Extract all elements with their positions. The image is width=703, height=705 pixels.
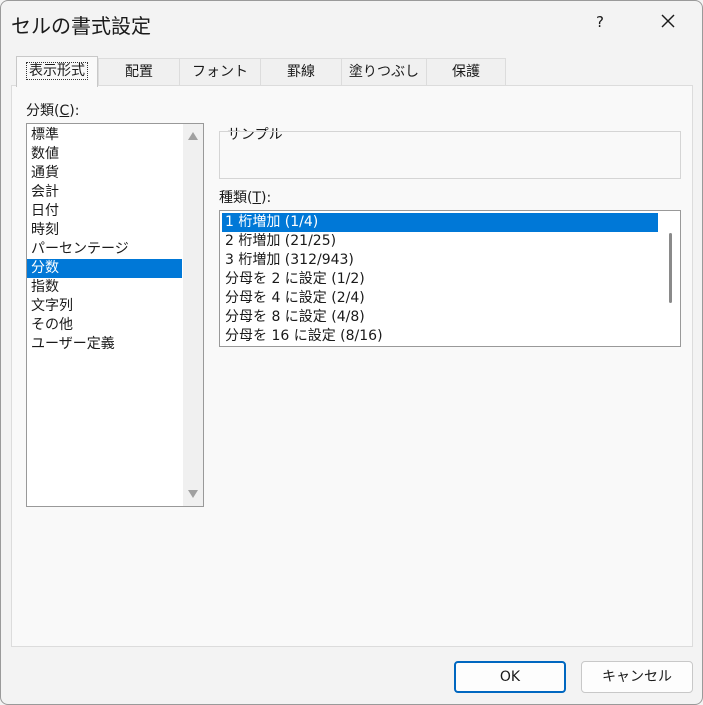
tab-font[interactable]: フォント — [179, 58, 261, 86]
type-item[interactable]: 分母を 8 に設定 (4/8) — [222, 308, 658, 327]
type-scrollbar[interactable] — [660, 211, 680, 346]
category-item-number[interactable]: 数値 — [27, 145, 182, 164]
scroll-up-icon[interactable] — [188, 132, 198, 140]
sample-preview — [219, 131, 681, 179]
close-button[interactable] — [656, 9, 680, 33]
category-item-fraction[interactable]: 分数 — [27, 259, 182, 278]
category-item-date[interactable]: 日付 — [27, 202, 182, 221]
tab-fill[interactable]: 塗りつぶし — [341, 58, 427, 86]
type-item[interactable]: 1 桁増加 (1/4) — [222, 213, 658, 232]
tab-panel: 分類(C): 標準 数値 通貨 会計 日付 時刻 パーセンテージ 分数 指数 文… — [11, 85, 693, 647]
scroll-thumb[interactable] — [669, 233, 672, 303]
dialog-title: セルの書式設定 — [11, 14, 151, 38]
category-item-scientific[interactable]: 指数 — [27, 278, 182, 297]
category-scrollbar[interactable] — [183, 124, 203, 506]
type-list[interactable]: 1 桁増加 (1/4) 2 桁増加 (21/25) 3 桁増加 (312/943… — [219, 210, 681, 347]
close-icon — [661, 14, 675, 28]
category-list[interactable]: 標準 数値 通貨 会計 日付 時刻 パーセンテージ 分数 指数 文字列 その他 … — [26, 123, 204, 507]
tab-number-format[interactable]: 表示形式 — [16, 56, 98, 87]
help-button[interactable]: ? — [591, 13, 609, 31]
category-item-percentage[interactable]: パーセンテージ — [27, 240, 182, 259]
category-label: 分類(C): — [26, 103, 80, 119]
category-item-special[interactable]: その他 — [27, 316, 182, 335]
category-item-custom[interactable]: ユーザー定義 — [27, 335, 182, 354]
ok-button[interactable]: OK — [454, 661, 566, 693]
tab-protection[interactable]: 保護 — [426, 58, 506, 86]
type-item[interactable]: 分母を 4 に設定 (2/4) — [222, 289, 658, 308]
category-item-general[interactable]: 標準 — [27, 126, 182, 145]
cancel-button[interactable]: キャンセル — [581, 661, 693, 693]
type-label: 種類(T): — [219, 190, 272, 206]
type-item[interactable]: 分母を 2 に設定 (1/2) — [222, 270, 658, 289]
category-item-text[interactable]: 文字列 — [27, 297, 182, 316]
tab-border[interactable]: 罫線 — [260, 58, 342, 86]
category-item-accounting[interactable]: 会計 — [27, 183, 182, 202]
scroll-down-icon[interactable] — [188, 490, 198, 498]
category-item-currency[interactable]: 通貨 — [27, 164, 182, 183]
type-item[interactable]: 分母を 16 に設定 (8/16) — [222, 327, 658, 346]
category-item-time[interactable]: 時刻 — [27, 221, 182, 240]
format-cells-dialog: セルの書式設定 ? 表示形式 配置 フォント 罫線 塗りつぶし 保護 分類(C)… — [0, 0, 703, 705]
type-item[interactable]: 2 桁増加 (21/25) — [222, 232, 658, 251]
tab-alignment[interactable]: 配置 — [98, 58, 180, 86]
type-item[interactable]: 3 桁増加 (312/943) — [222, 251, 658, 270]
